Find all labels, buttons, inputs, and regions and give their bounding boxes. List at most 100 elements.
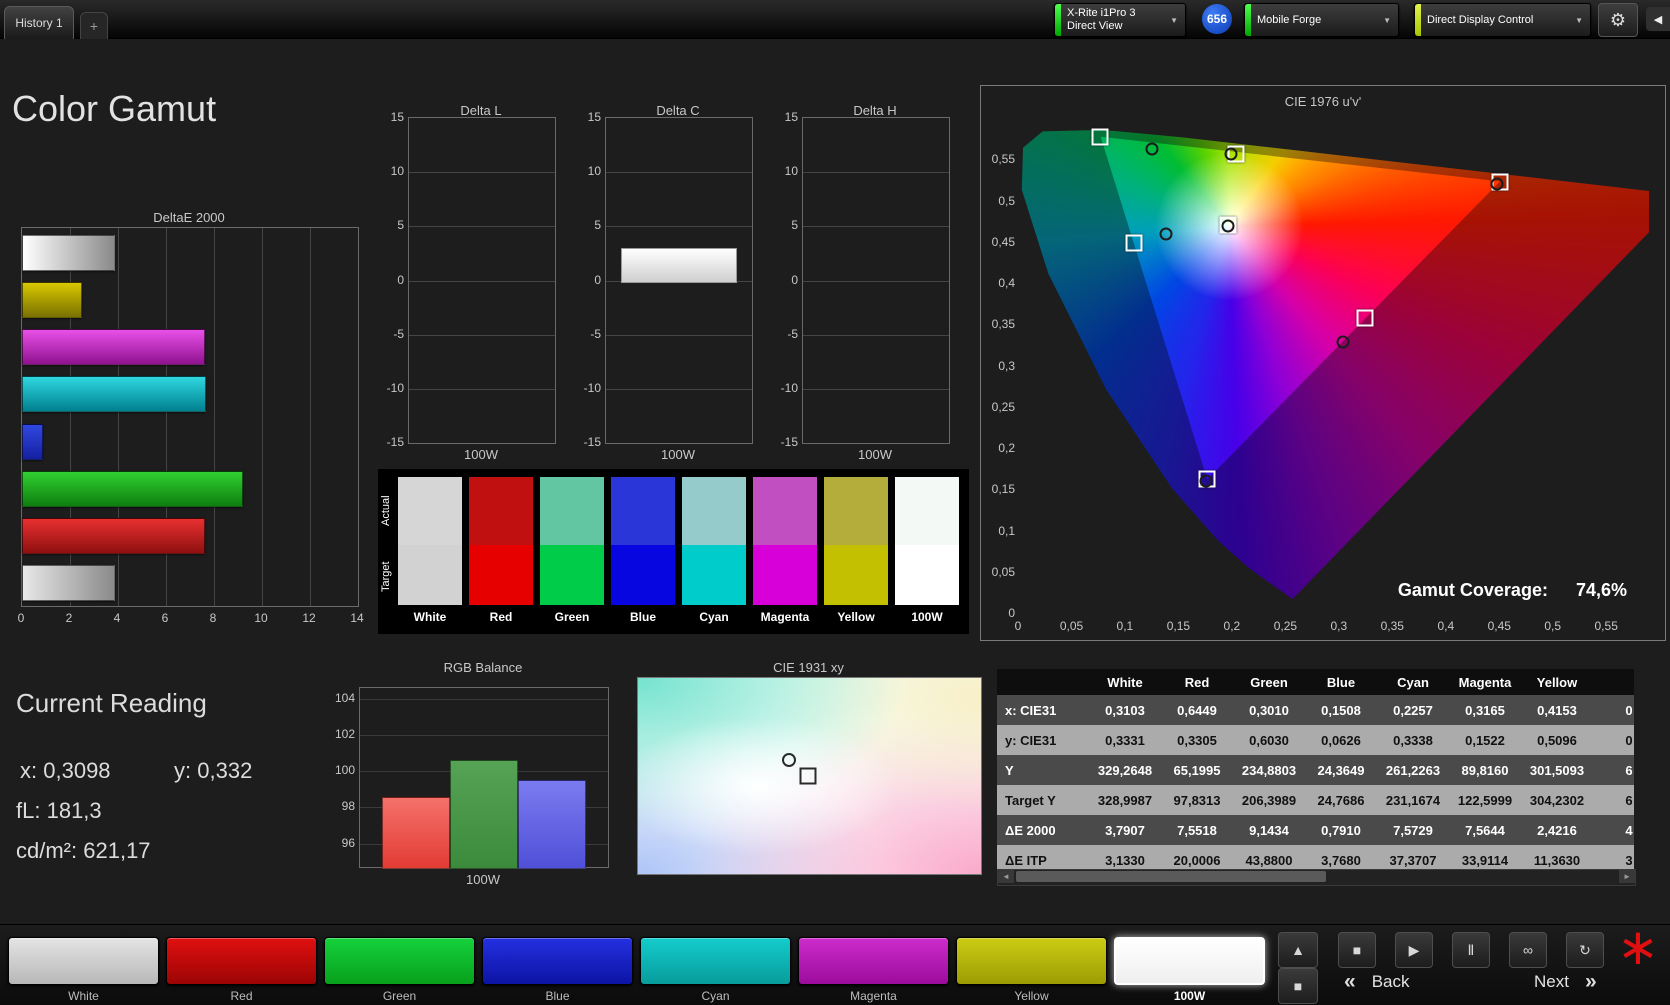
- gridline: [409, 172, 555, 174]
- gridline: [360, 735, 608, 736]
- table-horizontal-scrollbar[interactable]: ◄ ►: [997, 869, 1636, 886]
- tab-history-1[interactable]: History 1: [4, 6, 74, 39]
- dh-y-tick-label: 15: [784, 110, 798, 124]
- swatch-label: Magenta: [760, 610, 810, 624]
- pattern-button-red[interactable]: [166, 937, 317, 985]
- deltae-bar-100w: [22, 565, 115, 602]
- table-cell: 7,5729: [1393, 822, 1433, 838]
- stop-button[interactable]: ■: [1338, 932, 1376, 968]
- display-control-selector[interactable]: Direct Display Control ▼: [1414, 3, 1591, 37]
- table-cell: 3,7907: [1105, 822, 1145, 838]
- rgb-y-tick-label: 98: [341, 799, 355, 814]
- back-label: Back: [1371, 972, 1410, 991]
- row-label: Y: [1005, 762, 1014, 778]
- pattern-label: Green: [382, 989, 417, 1003]
- deltae-bar-blue: [22, 423, 43, 460]
- pattern-red: Red: [166, 937, 317, 1003]
- window-frame-icon: ■: [1293, 978, 1303, 994]
- table-cell: 0,4153: [1537, 702, 1577, 718]
- deltae-x-tick-label: 0: [17, 611, 25, 625]
- dc-y-tick-label: -5: [590, 326, 601, 341]
- pattern-magenta: Magenta: [798, 937, 949, 1003]
- table-cell: 122,5999: [1457, 792, 1513, 808]
- scroll-right-button[interactable]: ►: [1619, 870, 1635, 883]
- page-title: Color Gamut: [12, 88, 217, 129]
- dc-y-tick-label: -15: [583, 435, 601, 449]
- delta-c-chart: [605, 117, 753, 444]
- actual-swatch: [611, 477, 675, 545]
- table-cell: 0,3338: [1393, 732, 1433, 748]
- table-cell: 24,3649: [1317, 762, 1365, 778]
- pattern-button-green[interactable]: [324, 937, 475, 985]
- cie-1976-title: CIE 1976 u'v': [1284, 94, 1362, 109]
- delta-h-chart: [802, 117, 950, 444]
- cie-x-tick-label: 0,55: [1594, 619, 1618, 633]
- target-marker-magenta: [1356, 309, 1373, 327]
- pattern-window-button[interactable]: ■: [1278, 968, 1318, 1004]
- table-cell: 0,3103: [1105, 702, 1145, 718]
- settings-button[interactable]: ⚙: [1598, 3, 1638, 37]
- delta-h-y-axis: 15 10 5 0 -5 -10 -15: [760, 110, 798, 449]
- pattern-button-yellow[interactable]: [956, 937, 1107, 985]
- dl-y-tick-label: 5: [397, 218, 404, 233]
- swatch-column-cyan: Cyan: [682, 477, 746, 632]
- pause-button[interactable]: Ⅱ: [1452, 932, 1490, 968]
- table-cell: 43,8800: [1245, 852, 1293, 868]
- pattern-button-blue[interactable]: [482, 937, 633, 985]
- deltae-x-tick-label: 6: [161, 611, 169, 625]
- gridline: [803, 280, 949, 282]
- add-tab-button[interactable]: +: [80, 12, 108, 39]
- swatch-column-blue: Blue: [611, 477, 675, 632]
- chevron-down-icon: ▼: [1575, 15, 1583, 25]
- expand-up-button[interactable]: ▲: [1278, 932, 1318, 968]
- table-cell: 329,2648: [1097, 762, 1153, 778]
- pattern-button-white[interactable]: [8, 937, 159, 985]
- pattern-button-magenta[interactable]: [798, 937, 949, 985]
- pattern-button-cyan[interactable]: [640, 937, 791, 985]
- target-marker: [799, 767, 817, 785]
- table-cell-partial: 6: [1625, 792, 1633, 808]
- rgb-y-tick-label: 102: [334, 727, 355, 741]
- pattern-label: White: [68, 989, 99, 1003]
- collapse-panel-button[interactable]: ◀: [1646, 7, 1670, 31]
- cie-y-tick-label: 0,3: [998, 358, 1015, 373]
- table-cell: 261,2263: [1385, 762, 1441, 778]
- pattern-source-selector[interactable]: Mobile Forge ▼: [1244, 3, 1399, 37]
- actual-swatch: [469, 477, 533, 545]
- rgb-bar-red: [382, 796, 450, 869]
- table-cell: 0,1508: [1321, 702, 1361, 718]
- measurement-table: White Red Green Blue Cyan Magenta Yellow x: CIE…: [997, 669, 1634, 869]
- table-cell: 7,5518: [1177, 822, 1217, 838]
- target-swatch: [753, 545, 817, 605]
- refresh-button[interactable]: ↻: [1566, 932, 1604, 968]
- table-cell: 0,5096: [1537, 732, 1577, 748]
- next-button[interactable]: Next »: [1534, 970, 1597, 994]
- bottom-bar: White Red Green Blue Cyan Magenta Yellow 100W ▲…: [0, 922, 1670, 1005]
- cie-x-tick-label: 0,25: [1273, 619, 1298, 633]
- table-cell: 24,7686: [1317, 792, 1365, 808]
- meter-selector[interactable]: X-Rite i1Pro 3 Direct View ▼: [1054, 3, 1186, 37]
- play-button[interactable]: ▶: [1395, 932, 1433, 968]
- cie-y-tick-label: 0,25: [991, 399, 1015, 414]
- pattern-button-100w[interactable]: [1114, 937, 1265, 985]
- display-control-name: Direct Display Control: [1427, 13, 1534, 26]
- gridline: [606, 334, 752, 336]
- dh-y-tick-label: -5: [787, 326, 798, 341]
- table-cell-partial: 3: [1625, 852, 1633, 868]
- table-header-cell: White: [1107, 674, 1143, 690]
- gridline: [803, 388, 949, 390]
- swatch-column-green: Green: [540, 477, 604, 632]
- pattern-green: Green: [324, 937, 475, 1003]
- measured-marker: [781, 753, 796, 768]
- scroll-left-button[interactable]: ◄: [998, 870, 1014, 883]
- cie-x-tick-label: 0,35: [1380, 619, 1404, 633]
- back-button[interactable]: « Back: [1344, 970, 1409, 994]
- dh-y-tick-label: 10: [784, 164, 798, 179]
- swatch-label: Yellow: [837, 610, 875, 624]
- table-row: ΔE ITP 3,1330 20,0006 43,8800 3,7680 37,3707 3…: [997, 845, 1634, 869]
- scrollbar-thumb[interactable]: [1016, 871, 1326, 882]
- loop-button[interactable]: ∞: [1509, 932, 1547, 968]
- delta-bar: [621, 248, 737, 283]
- cie-y-tick-label: 0,15: [991, 482, 1015, 497]
- cie-y-tick-label: 0,55: [991, 152, 1015, 167]
